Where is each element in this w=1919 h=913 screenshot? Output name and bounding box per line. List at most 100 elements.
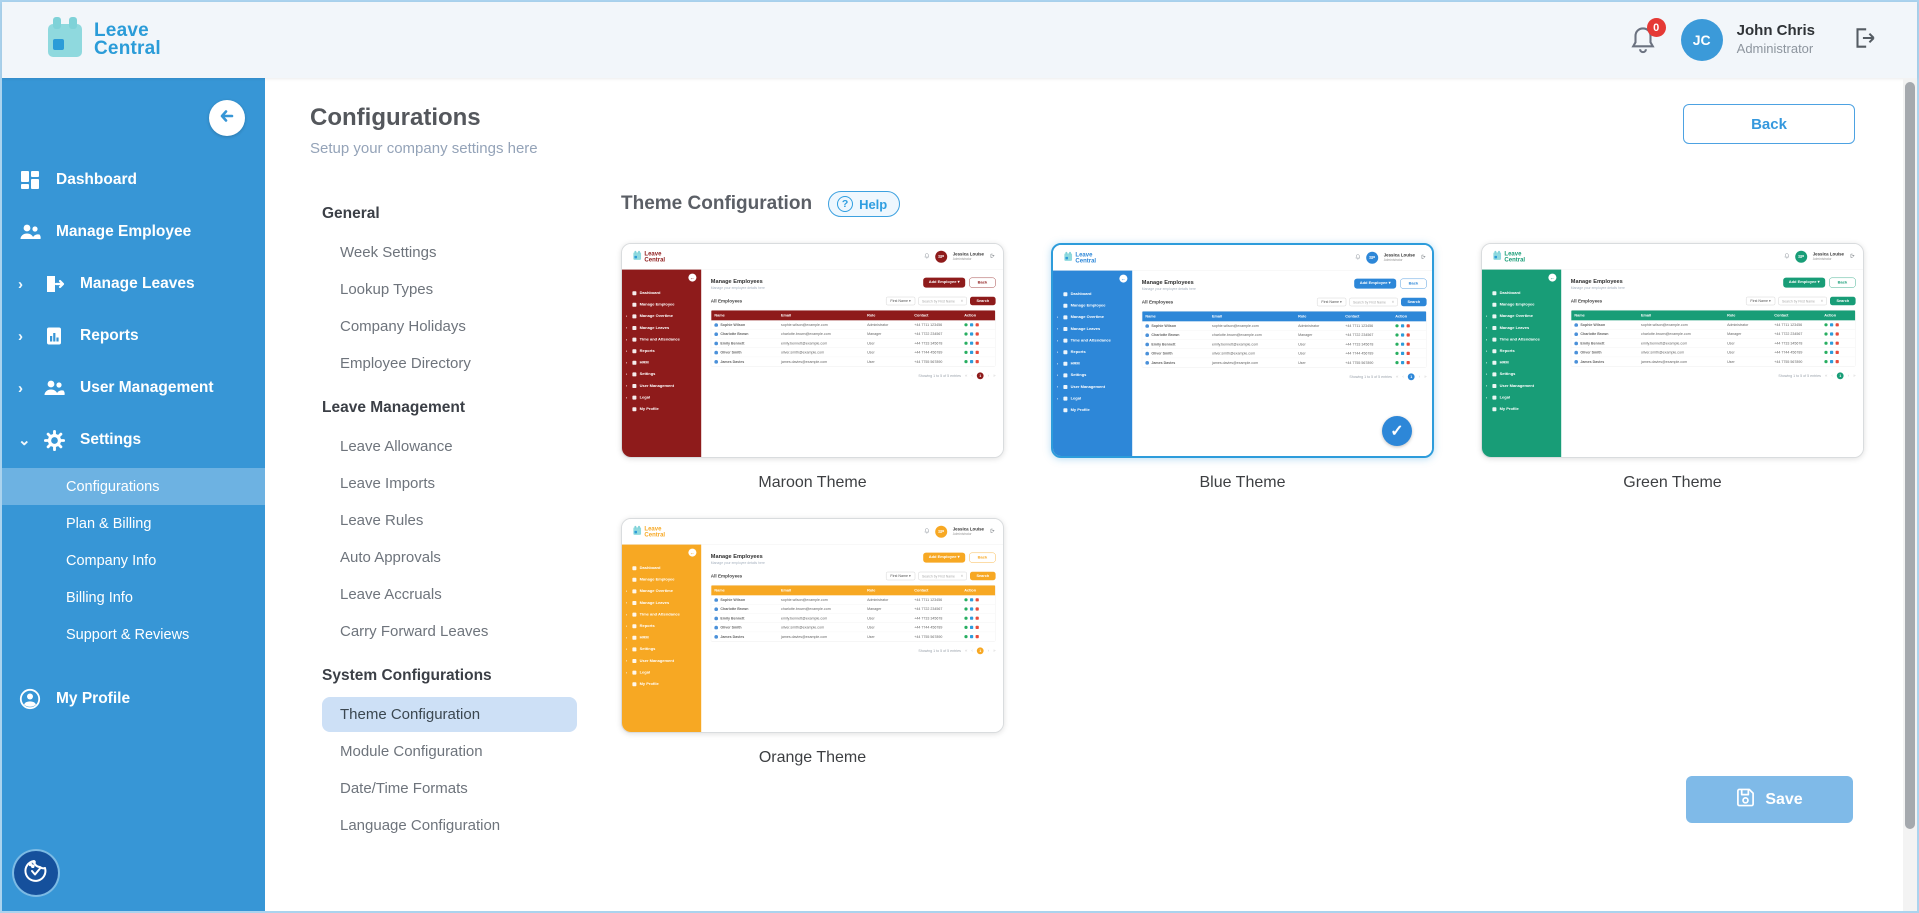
sidebar-item-manage-leaves[interactable]: › Manage Leaves bbox=[2, 258, 265, 310]
calendar-logo-icon bbox=[44, 15, 86, 66]
config-nav-item[interactable]: Leave Accruals bbox=[322, 577, 577, 612]
theme-card[interactable]: LeaveCentral SP Jessica LouiseAdministra… bbox=[1481, 243, 1864, 458]
delete-icon bbox=[975, 635, 978, 638]
edit-icon bbox=[970, 360, 973, 363]
sidebar-subitem-billing-info[interactable]: Billing Info bbox=[2, 579, 265, 616]
dashboard-icon bbox=[18, 168, 42, 192]
theme-section-title: Theme Configuration bbox=[621, 193, 812, 215]
theme-card[interactable]: LeaveCentral SP Jessica LouiseAdministra… bbox=[621, 518, 1004, 733]
mini-sidebar-item: ›Time and Attendance bbox=[622, 609, 701, 621]
theme-card[interactable]: LeaveCentral SP Jessica LouiseAdministra… bbox=[621, 243, 1004, 458]
mini-table-row: James Daviesjames.davies@example.comUser… bbox=[711, 357, 995, 366]
edit-icon bbox=[970, 635, 973, 638]
config-nav-item[interactable]: Date/Time Formats bbox=[322, 771, 577, 806]
mini-collapse-icon: ← bbox=[1119, 275, 1127, 283]
config-nav-item[interactable]: Carry Forward Leaves bbox=[322, 614, 577, 649]
delete-icon bbox=[1406, 324, 1409, 327]
config-nav-item[interactable]: Module Configuration bbox=[322, 734, 577, 769]
view-icon bbox=[964, 607, 967, 610]
edit-icon bbox=[970, 607, 973, 610]
scrollbar-thumb[interactable] bbox=[1905, 82, 1915, 829]
mini-calendar-logo-icon bbox=[1492, 250, 1502, 262]
config-nav-item[interactable]: Leave Rules bbox=[322, 503, 577, 538]
bell-icon bbox=[1629, 42, 1657, 59]
mini-back-button: Back bbox=[969, 278, 995, 288]
mini-logout-icon bbox=[990, 253, 995, 260]
mini-calendar-logo-icon bbox=[1063, 251, 1073, 263]
delete-icon bbox=[1835, 342, 1838, 345]
sidebar-item-label: Reports bbox=[80, 327, 139, 345]
main-content: Configurations Setup your company settin… bbox=[265, 78, 1917, 911]
delete-icon bbox=[975, 351, 978, 354]
edit-icon bbox=[1401, 343, 1404, 346]
mini-search-button: Search bbox=[1401, 298, 1426, 306]
help-label: Help bbox=[859, 197, 887, 212]
mini-table-row: Oliver Smitholiver.smith@example.comUser… bbox=[1142, 349, 1426, 358]
mini-add-employee-button: Add Employee ▾ bbox=[1783, 278, 1825, 288]
help-button[interactable]: ? Help bbox=[828, 191, 900, 217]
user-info: John Chris Administrator bbox=[1737, 22, 1815, 58]
sidebar-item-user-management[interactable]: › User Management bbox=[2, 362, 265, 414]
sidebar-subitem-configurations[interactable]: Configurations bbox=[2, 468, 265, 505]
config-nav-item[interactable]: Employee Directory bbox=[322, 346, 577, 381]
arrow-left-icon bbox=[218, 107, 236, 130]
delete-icon bbox=[1835, 323, 1838, 326]
edit-icon bbox=[970, 332, 973, 335]
mini-table-row: Oliver Smitholiver.smith@example.comUser… bbox=[1571, 348, 1855, 357]
sidebar-subitem-company-info[interactable]: Company Info bbox=[2, 542, 265, 579]
config-nav-item[interactable]: Language Configuration bbox=[322, 808, 577, 843]
sidebar-item-manage-employee[interactable]: Manage Employee bbox=[2, 206, 265, 258]
view-icon bbox=[1395, 333, 1398, 336]
app-header: Leave Central 0 JC John Chris Administra… bbox=[2, 2, 1917, 78]
view-icon bbox=[964, 626, 967, 629]
mini-table-row: Emily Bennettemily.bennett@example.comUs… bbox=[711, 614, 995, 623]
mini-employee-table: NameEmailRoleContactAction Sophie Wilson… bbox=[711, 585, 996, 642]
mini-collapse-icon: ← bbox=[688, 549, 696, 557]
sidebar-item-label: Settings bbox=[80, 431, 141, 449]
sidebar-item-reports[interactable]: › Reports bbox=[2, 310, 265, 362]
config-nav-item[interactable]: Company Holidays bbox=[322, 309, 577, 344]
save-button[interactable]: Save bbox=[1686, 776, 1853, 823]
config-nav-item[interactable]: Lookup Types bbox=[322, 272, 577, 307]
mini-sidebar-item: My Profile bbox=[622, 678, 701, 690]
chevron-right-icon: › bbox=[18, 380, 42, 397]
mini-sidebar-item: ›HRM bbox=[622, 357, 701, 369]
mini-sidebar-item: ›Legal bbox=[1482, 392, 1561, 404]
mini-sidebar-item: ›Manage Leaves bbox=[622, 597, 701, 609]
edit-icon bbox=[970, 342, 973, 345]
mini-sidebar: ← DashboardManage Employee›Manage Overti… bbox=[1053, 271, 1132, 458]
people-icon bbox=[18, 220, 42, 244]
sidebar-item-settings[interactable]: ⌄ Settings bbox=[2, 414, 265, 466]
sidebar-item-my-profile[interactable]: My Profile bbox=[2, 673, 265, 725]
mini-logout-icon bbox=[1850, 253, 1855, 260]
delete-icon bbox=[1835, 332, 1838, 335]
avatar[interactable]: JC bbox=[1681, 19, 1723, 61]
config-nav-item[interactable]: Theme Configuration bbox=[322, 697, 577, 732]
mini-sidebar-item: ›Time and Attendance bbox=[1482, 334, 1561, 346]
sidebar-item-dashboard[interactable]: Dashboard bbox=[2, 154, 265, 206]
mini-sidebar-item: ›User Management bbox=[622, 380, 701, 392]
back-button[interactable]: Back bbox=[1683, 104, 1855, 144]
mini-sidebar-item: ›Manage Leaves bbox=[1482, 322, 1561, 334]
config-nav-item[interactable]: Leave Allowance bbox=[322, 429, 577, 464]
cookie-consent-button[interactable] bbox=[14, 851, 58, 895]
page-subtitle: Setup your company settings here bbox=[310, 140, 538, 157]
mini-bell-icon bbox=[1355, 254, 1361, 262]
edit-icon bbox=[970, 617, 973, 620]
config-nav-item[interactable]: Week Settings bbox=[322, 235, 577, 270]
mini-table-row: Emily Bennettemily.bennett@example.comUs… bbox=[1142, 340, 1426, 349]
notifications-button[interactable]: 0 bbox=[1629, 25, 1659, 55]
logout-button[interactable] bbox=[1851, 25, 1877, 56]
scrollbar[interactable] bbox=[1903, 78, 1917, 911]
config-nav-item[interactable]: Leave Imports bbox=[322, 466, 577, 501]
delete-icon bbox=[975, 342, 978, 345]
view-icon bbox=[1824, 332, 1827, 335]
mini-avatar: SP bbox=[1366, 252, 1378, 264]
sidebar-subitem-plan-billing[interactable]: Plan & Billing bbox=[2, 505, 265, 542]
sidebar-subitem-support-reviews[interactable]: Support & Reviews bbox=[2, 616, 265, 653]
mini-sidebar-item: Dashboard bbox=[1482, 287, 1561, 299]
config-nav-item[interactable]: Auto Approvals bbox=[322, 540, 577, 575]
sidebar-collapse-button[interactable] bbox=[209, 100, 245, 136]
delete-icon bbox=[1406, 361, 1409, 364]
theme-card[interactable]: LeaveCentral SP Jessica LouiseAdministra… bbox=[1051, 243, 1434, 458]
